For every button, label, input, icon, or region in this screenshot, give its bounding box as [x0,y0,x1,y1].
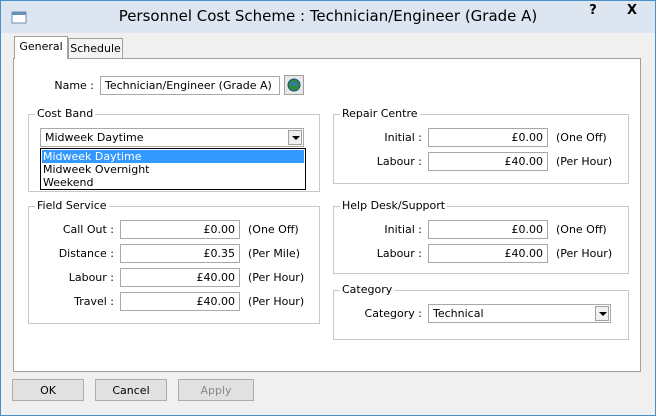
rc-initial-field[interactable]: £0.00 [428,128,548,147]
list-item[interactable]: Midweek Daytime [42,150,304,163]
fs-travel-field[interactable]: £40.00 [120,292,240,311]
hd-initial-unit: (One Off) [556,223,607,236]
tab-schedule[interactable]: Schedule [68,38,123,59]
fs-callout-unit: (One Off) [248,223,299,236]
ok-button[interactable]: OK [12,379,84,401]
repair-centre-group: Repair Centre [333,107,629,184]
category-title: Category [340,283,395,296]
help-desk-title: Help Desk/Support [340,199,448,212]
hd-labour-label: Labour : [376,247,422,260]
rc-labour-field[interactable]: £40.00 [428,152,548,171]
cancel-button[interactable]: Cancel [95,379,167,401]
fs-travel-unit: (Per Hour) [248,295,305,308]
field-service-title: Field Service [35,199,109,212]
cost-band-dropdown-list: Midweek Daytime Midweek Overnight Weeken… [40,148,306,190]
list-item[interactable]: Weekend [42,176,304,189]
chevron-down-icon[interactable] [288,130,302,145]
window-title: Personnel Cost Scheme : Technician/Engin… [118,7,538,25]
rc-labour-label: Labour : [376,155,422,168]
title-bar: Personnel Cost Scheme : Technician/Engin… [1,1,655,33]
cost-band-title: Cost Band [35,107,96,120]
apply-button[interactable]: Apply [178,379,254,401]
rc-labour-unit: (Per Hour) [556,155,613,168]
help-desk-group: Help Desk/Support [333,199,629,274]
chevron-down-icon[interactable] [595,306,609,321]
fs-labour-field[interactable]: £40.00 [120,268,240,287]
hd-labour-unit: (Per Hour) [556,247,613,260]
fs-callout-label: Call Out : [62,223,114,236]
name-label: Name : [54,79,94,92]
fs-labour-unit: (Per Hour) [248,271,305,284]
fs-travel-label: Travel : [74,295,114,308]
globe-lookup-icon[interactable] [284,75,304,95]
category-selected: Technical [433,307,484,320]
fs-callout-field[interactable]: £0.00 [120,220,240,239]
rc-initial-unit: (One Off) [556,131,607,144]
category-label: Category : [364,307,422,320]
list-item[interactable]: Midweek Overnight [42,163,304,176]
cost-band-select[interactable]: Midweek Daytime [40,128,304,147]
tab-general[interactable]: General [14,36,68,59]
hd-initial-label: Initial : [384,223,422,236]
close-button[interactable]: X [613,1,651,22]
fs-distance-unit: (Per Mile) [248,247,300,260]
help-button[interactable]: ? [577,1,609,22]
fs-labour-label: Labour : [68,271,114,284]
repair-centre-title: Repair Centre [340,107,420,120]
name-field[interactable]: Technician/Engineer (Grade A) [100,76,280,95]
category-select[interactable]: Technical [428,304,611,323]
hd-labour-field[interactable]: £40.00 [428,244,548,263]
rc-initial-label: Initial : [384,131,422,144]
cost-band-selected: Midweek Daytime [45,131,144,144]
hd-initial-field[interactable]: £0.00 [428,220,548,239]
fs-distance-field[interactable]: £0.35 [120,244,240,263]
fs-distance-label: Distance : [58,247,114,260]
